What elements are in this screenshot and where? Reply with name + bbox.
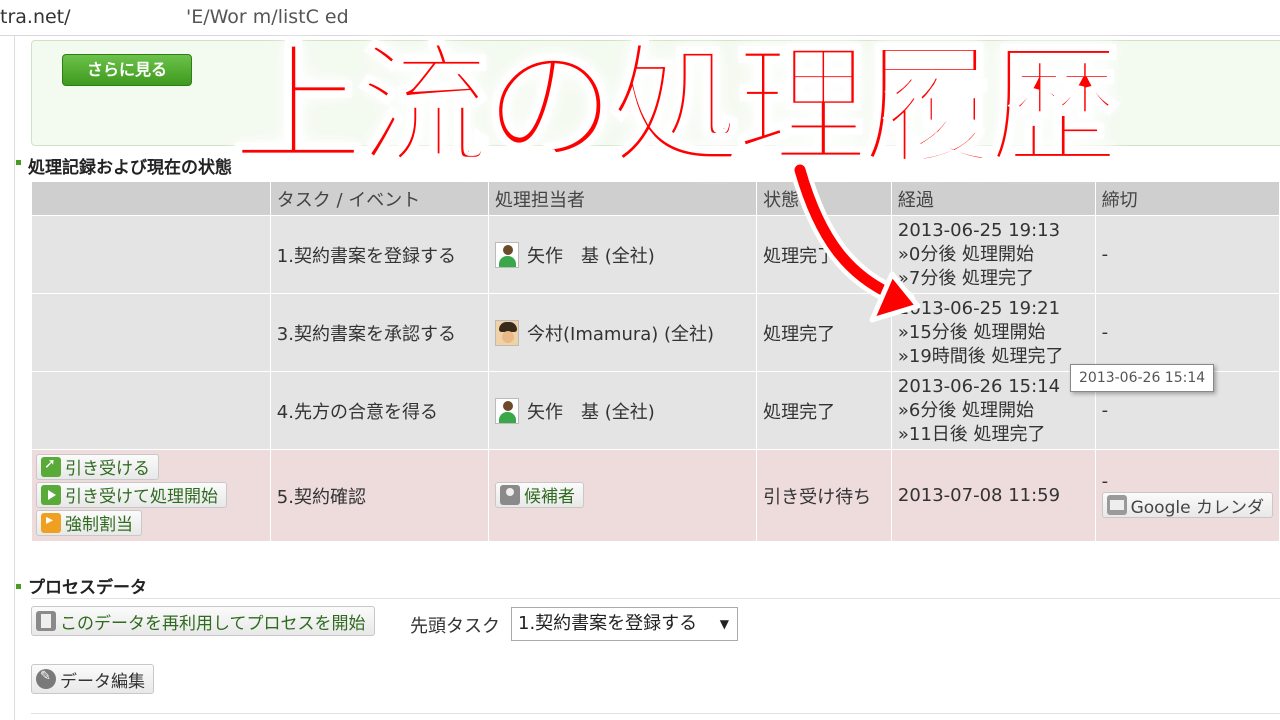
section-bullet-icon bbox=[16, 160, 21, 165]
table-row: 引き受ける 引き受けて処理開始 強制割当 5.契約確認 候補者 引き受け待ち 2… bbox=[31, 449, 1280, 542]
edit-data-button[interactable]: データ編集 bbox=[31, 664, 154, 694]
first-task-select[interactable]: 1.契約書案を登録する ▼ bbox=[511, 607, 738, 641]
pencil-icon bbox=[36, 669, 56, 689]
user-icon bbox=[500, 484, 521, 505]
deadline-value: - bbox=[1101, 471, 1109, 492]
avatar bbox=[495, 397, 520, 424]
google-calendar-label: Google カレンダ bbox=[1130, 497, 1264, 518]
elapsed-end: »11日後 処理完了 bbox=[897, 423, 1046, 445]
url-text-left: tra.net/ bbox=[0, 6, 71, 28]
force-assign-label: 強制割当 bbox=[65, 515, 133, 535]
first-task-select-value: 1.契約書案を登録する bbox=[518, 613, 698, 634]
task-cell: 4.先方の合意を得る bbox=[269, 371, 490, 450]
section-bullet-icon bbox=[16, 584, 21, 589]
assignee-cell: 今村(Imamura) (全社) bbox=[488, 293, 758, 372]
first-task-label: 先頭タスク bbox=[410, 616, 500, 637]
reuse-data-button[interactable]: このデータを再利用してプロセスを開始 bbox=[31, 606, 375, 636]
google-calendar-button[interactable]: Google カレンダ bbox=[1101, 492, 1273, 518]
accept-label: 引き受ける bbox=[65, 459, 150, 479]
accept-and-start-button[interactable]: 引き受けて処理開始 bbox=[36, 481, 227, 508]
document-icon bbox=[36, 611, 56, 631]
assignee-name[interactable]: 矢作 基 (全社) bbox=[527, 242, 655, 268]
elapsed-end: »19時間後 処理完了 bbox=[897, 345, 1064, 367]
records-table: タスク / イベント 処理担当者 状態 経過 締切 1.契約書案を登録する 矢作… bbox=[31, 181, 1280, 542]
accept-button[interactable]: 引き受ける bbox=[36, 453, 159, 480]
calendar-icon bbox=[1106, 495, 1127, 515]
status-cell: 引き受け待ち bbox=[756, 449, 892, 542]
assignee-cell: 矢作 基 (全社) bbox=[488, 215, 758, 294]
avatar bbox=[495, 241, 520, 268]
date-tooltip: 2013-06-26 15:14 bbox=[1070, 364, 1215, 392]
actions-cell bbox=[31, 371, 271, 450]
overlay-arrow-icon bbox=[790, 160, 921, 323]
elapsed-date: 2013-06-26 15:14 bbox=[897, 375, 1061, 397]
deadline-cell: - bbox=[1094, 215, 1280, 294]
candidates-button[interactable]: 候補者 bbox=[495, 481, 585, 508]
status-cell: 処理完了 bbox=[756, 371, 892, 450]
process-data-section-title: プロセスデータ bbox=[28, 578, 147, 598]
section-divider bbox=[31, 598, 1280, 599]
dropdown-arrow-icon: ▼ bbox=[719, 617, 729, 631]
header-deadline: 締切 bbox=[1094, 181, 1280, 216]
assignee-name[interactable]: 今村(Imamura) (全社) bbox=[527, 320, 714, 346]
actions-cell bbox=[31, 215, 271, 294]
accept-icon bbox=[41, 456, 61, 477]
page-border bbox=[14, 36, 15, 720]
assignee-cell: 矢作 基 (全社) bbox=[488, 371, 758, 450]
reuse-data-label: このデータを再利用してプロセスを開始 bbox=[60, 613, 366, 634]
play-icon bbox=[41, 484, 61, 505]
table-row: 3.契約書案を承認する 今村(Imamura) (全社) 処理完了 2013-0… bbox=[31, 293, 1280, 372]
actions-cell: 引き受ける 引き受けて処理開始 強制割当 bbox=[31, 449, 271, 542]
force-assign-icon bbox=[41, 512, 61, 533]
candidates-label: 候補者 bbox=[524, 487, 576, 507]
elapsed-cell: 2013-07-08 11:59 bbox=[890, 449, 1096, 542]
edit-data-label: データ編集 bbox=[60, 671, 145, 692]
avatar bbox=[495, 319, 520, 346]
assignee-name[interactable]: 矢作 基 (全社) bbox=[527, 398, 655, 424]
table-row: 1.契約書案を登録する 矢作 基 (全社) 処理完了 2013-06-25 19… bbox=[31, 215, 1280, 294]
elapsed-start: »6分後 処理開始 bbox=[897, 399, 1035, 421]
deadline-cell: - bbox=[1094, 293, 1280, 372]
overlay-title: 上流の処理履歴 bbox=[231, 29, 1122, 186]
elapsed-cell: 2013-06-26 15:14 »6分後 処理開始 »11日後 処理完了 bbox=[890, 371, 1096, 450]
task-cell: 3.契約書案を承認する bbox=[269, 293, 490, 372]
actions-cell bbox=[31, 293, 271, 372]
deadline-cell: - Google カレンダ bbox=[1094, 449, 1280, 542]
assignee-cell: 候補者 bbox=[488, 449, 758, 542]
task-cell: 5.契約確認 bbox=[269, 449, 490, 542]
bottom-divider bbox=[31, 713, 1280, 714]
force-assign-button[interactable]: 強制割当 bbox=[36, 509, 142, 536]
task-cell: 1.契約書案を登録する bbox=[269, 215, 490, 294]
more-button[interactable]: さらに見る bbox=[62, 54, 192, 86]
records-section-title: 処理記録および現在の状態 bbox=[28, 158, 232, 178]
accept-start-label: 引き受けて処理開始 bbox=[65, 487, 218, 507]
